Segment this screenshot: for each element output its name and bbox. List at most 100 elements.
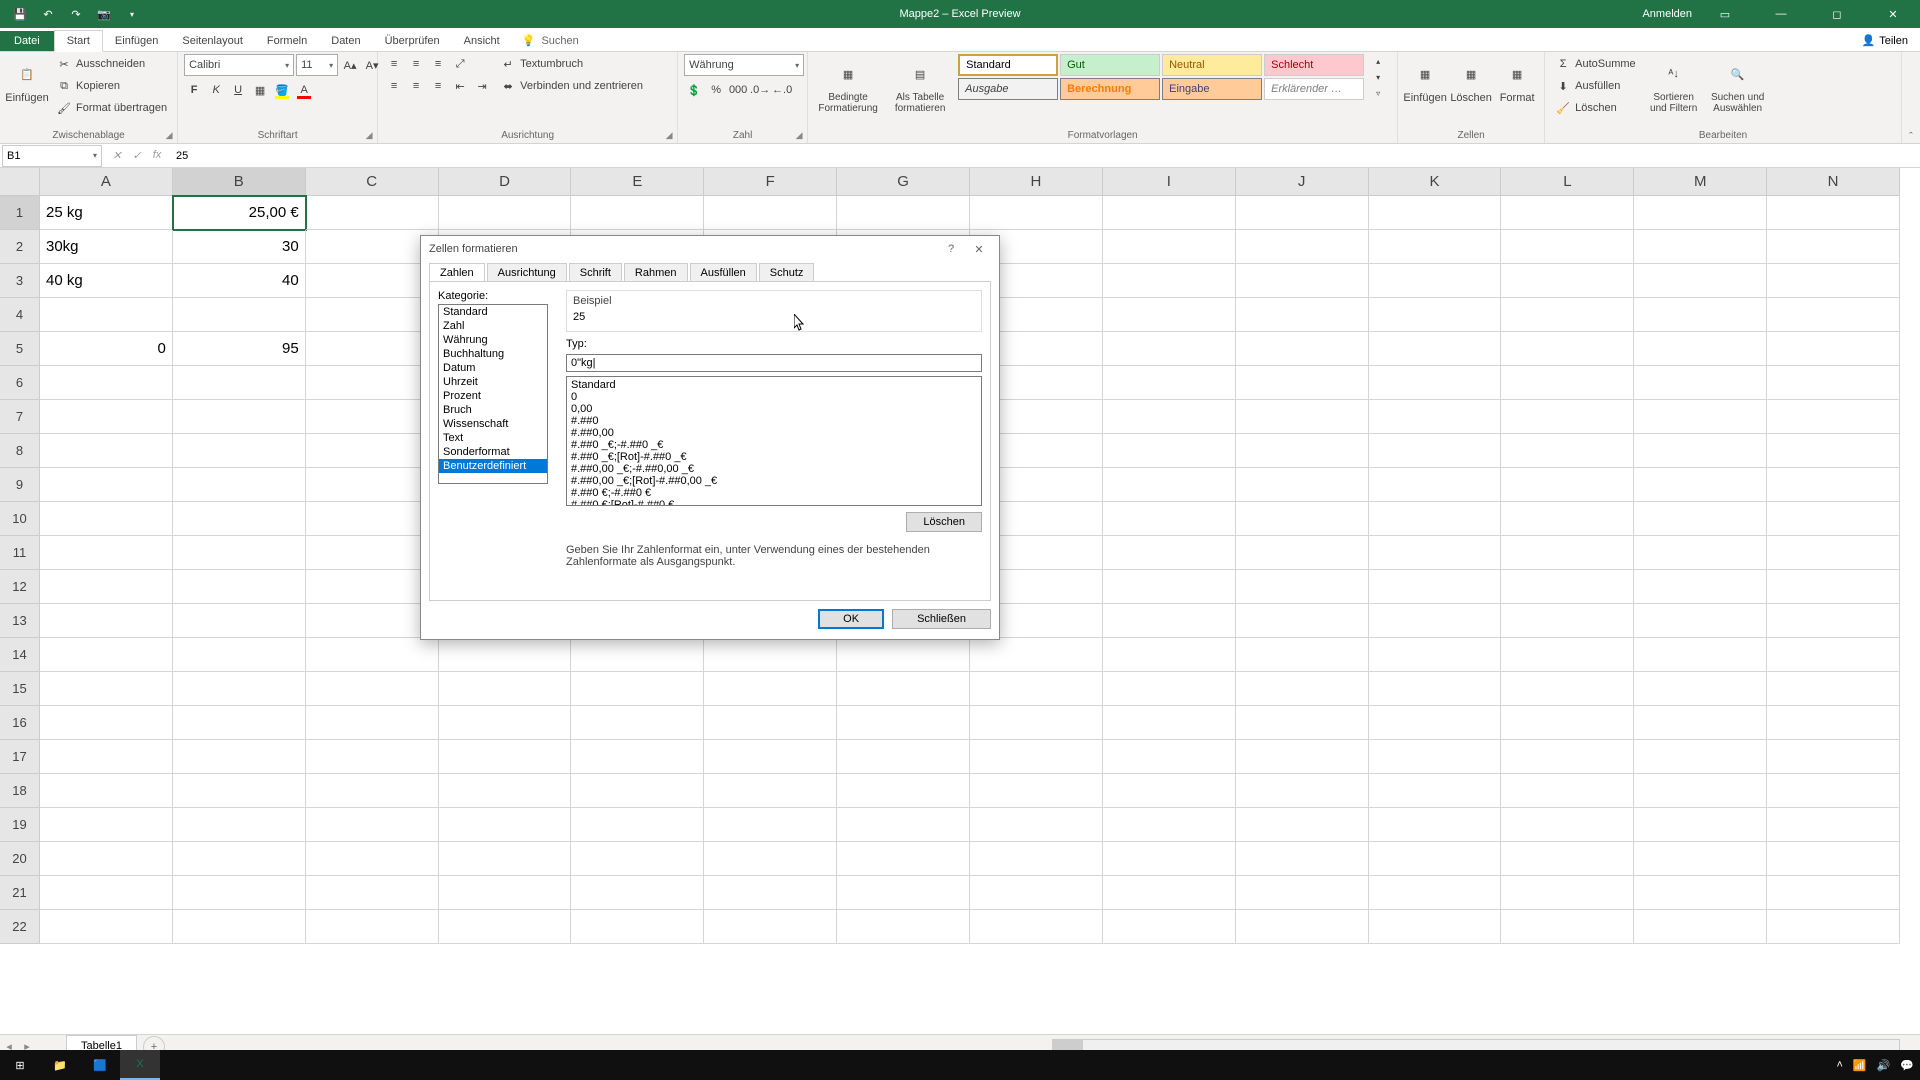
cell[interactable] — [1501, 400, 1634, 434]
clear-button[interactable]: 🧹Löschen — [1551, 98, 1640, 118]
style-neutral[interactable]: Neutral — [1162, 54, 1262, 76]
cut-button[interactable]: ✂Ausschneiden — [52, 54, 171, 74]
cell[interactable] — [1634, 298, 1767, 332]
dialog-titlebar[interactable]: Zellen formatieren ? ✕ — [421, 236, 999, 262]
align-bottom-icon[interactable]: ≡ — [428, 54, 448, 74]
cell[interactable] — [439, 672, 572, 706]
cell[interactable] — [571, 808, 704, 842]
category-item[interactable]: Bruch — [439, 403, 547, 417]
cell[interactable] — [1103, 740, 1236, 774]
cell[interactable] — [1236, 502, 1369, 536]
file-explorer-icon[interactable]: 📁 — [40, 1050, 80, 1080]
cell[interactable] — [970, 196, 1103, 230]
row-header[interactable]: 13 — [0, 604, 40, 638]
cell[interactable] — [1634, 774, 1767, 808]
cell[interactable] — [1236, 298, 1369, 332]
row-header[interactable]: 11 — [0, 536, 40, 570]
category-item[interactable]: Wissenschaft — [439, 417, 547, 431]
tab-daten[interactable]: Daten — [319, 31, 372, 51]
format-item[interactable]: 0,00 — [569, 403, 979, 415]
cell[interactable] — [1501, 876, 1634, 910]
orientation-icon[interactable]: ⤢ — [450, 54, 470, 74]
volume-icon[interactable]: 🔊 — [1877, 1059, 1891, 1072]
cell[interactable] — [1634, 570, 1767, 604]
cell[interactable] — [306, 570, 439, 604]
dialog-tab-schrift[interactable]: Schrift — [569, 263, 622, 282]
row-header[interactable]: 16 — [0, 706, 40, 740]
styles-more-icon[interactable]: ▿ — [1368, 86, 1388, 100]
cell[interactable] — [306, 604, 439, 638]
cell[interactable] — [1369, 536, 1502, 570]
cell[interactable] — [1369, 740, 1502, 774]
cell[interactable] — [1501, 910, 1634, 944]
cell[interactable] — [1501, 842, 1634, 876]
column-header[interactable]: N — [1767, 168, 1900, 196]
cell[interactable] — [1634, 638, 1767, 672]
cell[interactable] — [1369, 638, 1502, 672]
cell[interactable] — [704, 842, 837, 876]
format-item[interactable]: #.##0,00 _€;[Rot]-#.##0,00 _€ — [569, 475, 979, 487]
cell[interactable] — [306, 808, 439, 842]
format-cells-button[interactable]: ▦Format — [1496, 54, 1538, 104]
cell[interactable] — [1501, 230, 1634, 264]
row-header[interactable]: 18 — [0, 774, 40, 808]
cell[interactable] — [40, 638, 173, 672]
increase-font-icon[interactable]: A▴ — [340, 55, 360, 75]
font-color-button[interactable]: A — [294, 80, 314, 100]
format-item[interactable]: #.##0 _€;[Rot]-#.##0 _€ — [569, 451, 979, 463]
row-header[interactable]: 5 — [0, 332, 40, 366]
cell[interactable] — [1103, 638, 1236, 672]
cell[interactable] — [837, 740, 970, 774]
cell[interactable] — [1369, 434, 1502, 468]
format-item[interactable]: Standard — [569, 379, 979, 391]
cell[interactable] — [1501, 502, 1634, 536]
style-gut[interactable]: Gut — [1060, 54, 1160, 76]
wifi-icon[interactable]: 📶 — [1853, 1059, 1867, 1072]
cell[interactable] — [173, 298, 306, 332]
cell[interactable] — [306, 740, 439, 774]
cell[interactable] — [571, 876, 704, 910]
undo-icon[interactable]: ↶ — [36, 2, 60, 26]
align-center-icon[interactable]: ≡ — [406, 76, 426, 96]
comma-format-icon[interactable]: 000 — [728, 80, 748, 100]
cell[interactable] — [1634, 264, 1767, 298]
cell[interactable] — [1634, 842, 1767, 876]
cell[interactable] — [970, 774, 1103, 808]
cell[interactable] — [970, 842, 1103, 876]
cell[interactable] — [1767, 264, 1900, 298]
cell[interactable] — [970, 706, 1103, 740]
cell[interactable] — [40, 774, 173, 808]
cell[interactable] — [837, 910, 970, 944]
cell[interactable] — [1236, 842, 1369, 876]
column-header[interactable]: M — [1634, 168, 1767, 196]
cell[interactable] — [1369, 604, 1502, 638]
cell[interactable] — [1634, 740, 1767, 774]
cell[interactable] — [40, 400, 173, 434]
cell[interactable] — [1767, 808, 1900, 842]
border-button[interactable]: ▦ — [250, 80, 270, 100]
row-header[interactable]: 1 — [0, 196, 40, 230]
autosum-button[interactable]: ΣAutoSumme — [1551, 54, 1640, 74]
cell[interactable] — [1236, 740, 1369, 774]
cell[interactable] — [40, 842, 173, 876]
cell[interactable] — [704, 196, 837, 230]
number-format-combo[interactable]: Währung▾ — [684, 54, 804, 76]
cell[interactable] — [1767, 638, 1900, 672]
row-header[interactable]: 14 — [0, 638, 40, 672]
tab-einfuegen[interactable]: Einfügen — [103, 31, 170, 51]
cell[interactable] — [439, 706, 572, 740]
cell[interactable] — [173, 638, 306, 672]
cell[interactable] — [1236, 808, 1369, 842]
row-header[interactable]: 6 — [0, 366, 40, 400]
category-item[interactable]: Uhrzeit — [439, 375, 547, 389]
cell[interactable] — [1369, 672, 1502, 706]
cell[interactable] — [1501, 808, 1634, 842]
cell[interactable] — [306, 366, 439, 400]
font-launcher-icon[interactable]: ◢ — [363, 129, 375, 141]
cell[interactable] — [1767, 196, 1900, 230]
cell[interactable] — [1369, 196, 1502, 230]
row-header[interactable]: 9 — [0, 468, 40, 502]
row-header[interactable]: 12 — [0, 570, 40, 604]
cell[interactable] — [1501, 434, 1634, 468]
cell[interactable]: 0 — [40, 332, 173, 366]
